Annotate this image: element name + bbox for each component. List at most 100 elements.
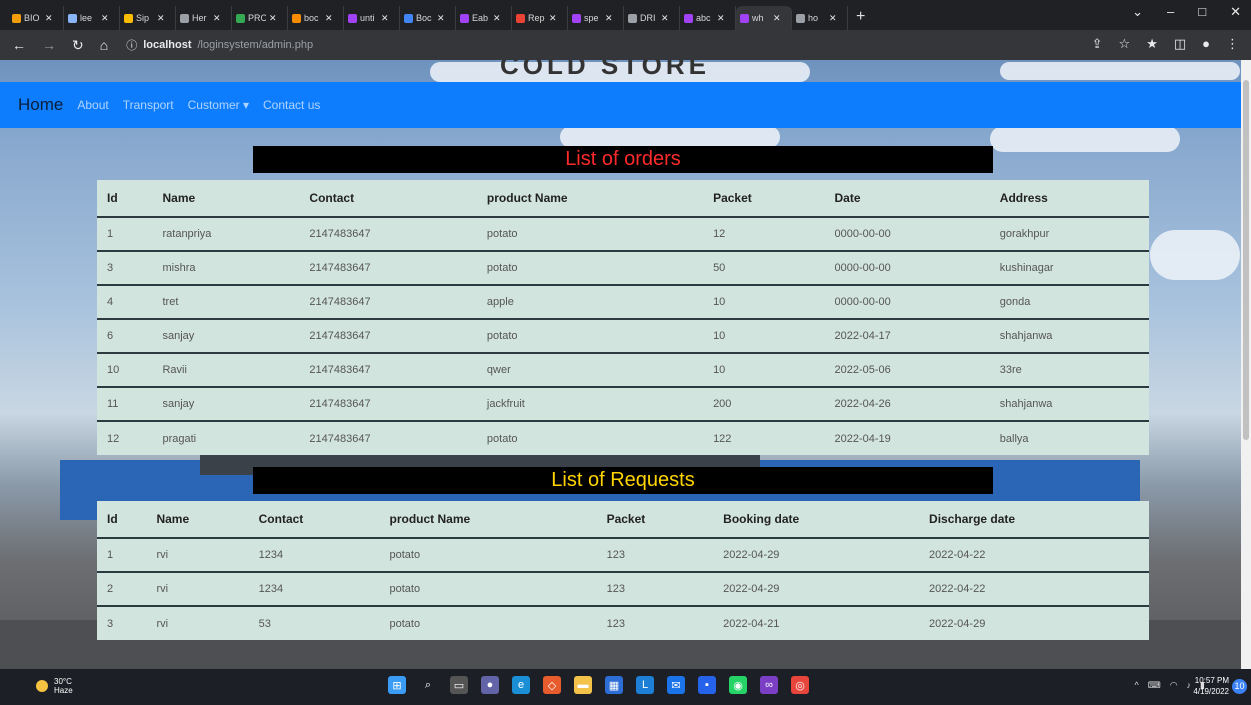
table-cell: potato [379,605,597,640]
browser-tab[interactable]: Eab ✕ [456,6,512,30]
table-cell: 1234 [248,571,380,606]
sidepanel-icon[interactable]: ◫ [1174,36,1186,52]
nav-transport-link[interactable]: Transport [123,98,174,112]
browser-tab[interactable]: ho ✕ [792,6,848,30]
tab-favicon-icon [12,13,21,23]
tab-close-icon[interactable]: ✕ [605,13,613,24]
browser-tab[interactable]: Boc ✕ [400,6,456,30]
tab-close-icon[interactable]: ✕ [101,13,109,24]
forward-arrow-icon[interactable]: → [42,37,56,53]
tab-close-icon[interactable]: ✕ [549,13,557,24]
tab-close-icon[interactable]: ✕ [157,13,165,24]
back-arrow-icon[interactable]: ← [12,37,26,53]
extensions-icon[interactable]: ★ [1146,36,1158,52]
tab-close-icon[interactable]: ✕ [661,13,669,24]
tab-favicon-icon [124,13,133,23]
table-cell: jackfruit [476,386,704,421]
app-l-icon[interactable]: L [636,676,654,694]
table-cell: 1 [97,216,153,251]
weather-widget[interactable]: 30°C Haze [36,677,73,695]
chevron-down-icon[interactable]: ⌄ [1132,4,1143,20]
share-icon[interactable]: ⇪ [1092,36,1103,52]
volume-icon[interactable]: ♪ [1187,680,1192,691]
minimize-icon[interactable]: – [1167,4,1174,20]
tab-close-icon[interactable]: ✕ [213,13,221,24]
address-bar[interactable]: ⓘ localhost/loginsystem/admin.php [126,37,313,53]
tab-label: ho [808,13,819,23]
tab-close-icon[interactable]: ✕ [829,13,837,24]
table-cell: gonda [989,284,1149,319]
tab-close-icon[interactable]: ✕ [717,13,725,24]
chat-icon[interactable]: ● [481,676,499,694]
office-icon[interactable]: ◇ [543,676,561,694]
browser-tab[interactable]: unti ✕ [344,6,400,30]
notification-badge[interactable]: 10 [1232,679,1247,694]
browser-tab[interactable]: lee ✕ [64,6,120,30]
column-header: Id [107,191,118,205]
search-icon[interactable]: ⌕ [419,676,437,694]
clock[interactable]: 10:57 PM 4/19/2022 [1193,675,1229,697]
orders-table: Id Name Contact product Name Packet Date Addre… [97,180,1149,455]
table-row: 2 rvi 1234 potato 123 2022-04-29 2022-04-22 [97,571,1149,606]
close-icon[interactable]: ✕ [1230,4,1241,20]
info-icon[interactable]: ⓘ [126,37,137,53]
browser-toolbar: ← → ↻ ⌂ ⓘ localhost/loginsystem/admin.ph… [0,30,1251,60]
table-cell: rvi [146,605,249,640]
tab-close-icon[interactable]: ✕ [325,13,333,24]
menu-kebab-icon[interactable]: ⋮ [1226,36,1239,52]
browser-tab[interactable]: PRO ✕ [232,6,288,30]
browser-tab[interactable]: abc ✕ [680,6,736,30]
nav-home-link[interactable]: Home [18,95,63,115]
table-cell: sanjay [152,318,300,353]
tab-close-icon[interactable]: ✕ [773,13,781,24]
table-row: 4 tret 2147483647 apple 10 0000-00-00 gonda [97,284,1149,319]
tab-close-icon[interactable]: ✕ [269,13,277,24]
start-windows-icon[interactable]: ⊞ [388,676,406,694]
reload-icon[interactable]: ↻ [72,37,84,54]
nav-customer-dropdown[interactable]: Customer ▾ [188,98,249,112]
browser-tab[interactable]: wh ✕ [736,6,792,30]
table-cell: 2147483647 [299,318,477,353]
table-cell: potato [476,420,704,455]
tab-close-icon[interactable]: ✕ [381,13,389,24]
new-tab-button[interactable]: + [856,6,865,30]
browser-tab[interactable]: boc ✕ [288,6,344,30]
browser-tab[interactable]: spe ✕ [568,6,624,30]
table-header-row: Id Name Contact product Name Packet Date Addre… [97,180,1149,217]
browser-tab[interactable]: BIO ✕ [8,6,64,30]
wifi-icon[interactable]: ◠ [1170,680,1178,691]
tab-close-icon[interactable]: ✕ [493,13,501,24]
tab-label: Her [192,13,207,23]
whatsapp-icon[interactable]: ◉ [729,676,747,694]
mail-icon[interactable]: ✉ [667,676,685,694]
file-explorer-icon[interactable]: ▬ [574,676,592,694]
browser-tab[interactable]: DRI ✕ [624,6,680,30]
clock-time: 10:57 PM [1194,676,1229,685]
browser-tab[interactable]: Rep ✕ [512,6,568,30]
edge-icon[interactable]: e [512,676,530,694]
browser-tab[interactable]: Sip ✕ [120,6,176,30]
table-cell: 2 [97,571,147,606]
tab-favicon-icon [516,13,525,23]
maximize-icon[interactable]: □ [1198,4,1206,20]
keyboard-icon[interactable]: ⌨ [1148,680,1161,691]
page-scrollbar[interactable] [1241,60,1251,669]
table-cell: 2022-04-22 [919,571,1149,606]
chevron-up-icon[interactable]: ^ [1134,680,1138,691]
bookmark-star-icon[interactable]: ☆ [1119,36,1131,52]
tab-close-icon[interactable]: ✕ [437,13,445,24]
chrome-icon[interactable]: ◎ [791,676,809,694]
nav-about-link[interactable]: About [77,98,108,112]
app-blue-icon[interactable]: ▪ [698,676,716,694]
nav-contact-link[interactable]: Contact us [263,98,320,112]
home-icon[interactable]: ⌂ [100,37,108,53]
store-icon[interactable]: ▦ [605,676,623,694]
profile-avatar-icon[interactable]: ● [1202,36,1210,52]
tab-label: spe [584,13,599,23]
tab-close-icon[interactable]: ✕ [45,13,53,24]
task-view-icon[interactable]: ▭ [450,676,468,694]
table-cell: 10 [703,352,825,387]
scrollbar-thumb[interactable] [1243,80,1249,440]
browser-tab[interactable]: Her ✕ [176,6,232,30]
visual-studio-icon[interactable]: ∞ [760,676,778,694]
